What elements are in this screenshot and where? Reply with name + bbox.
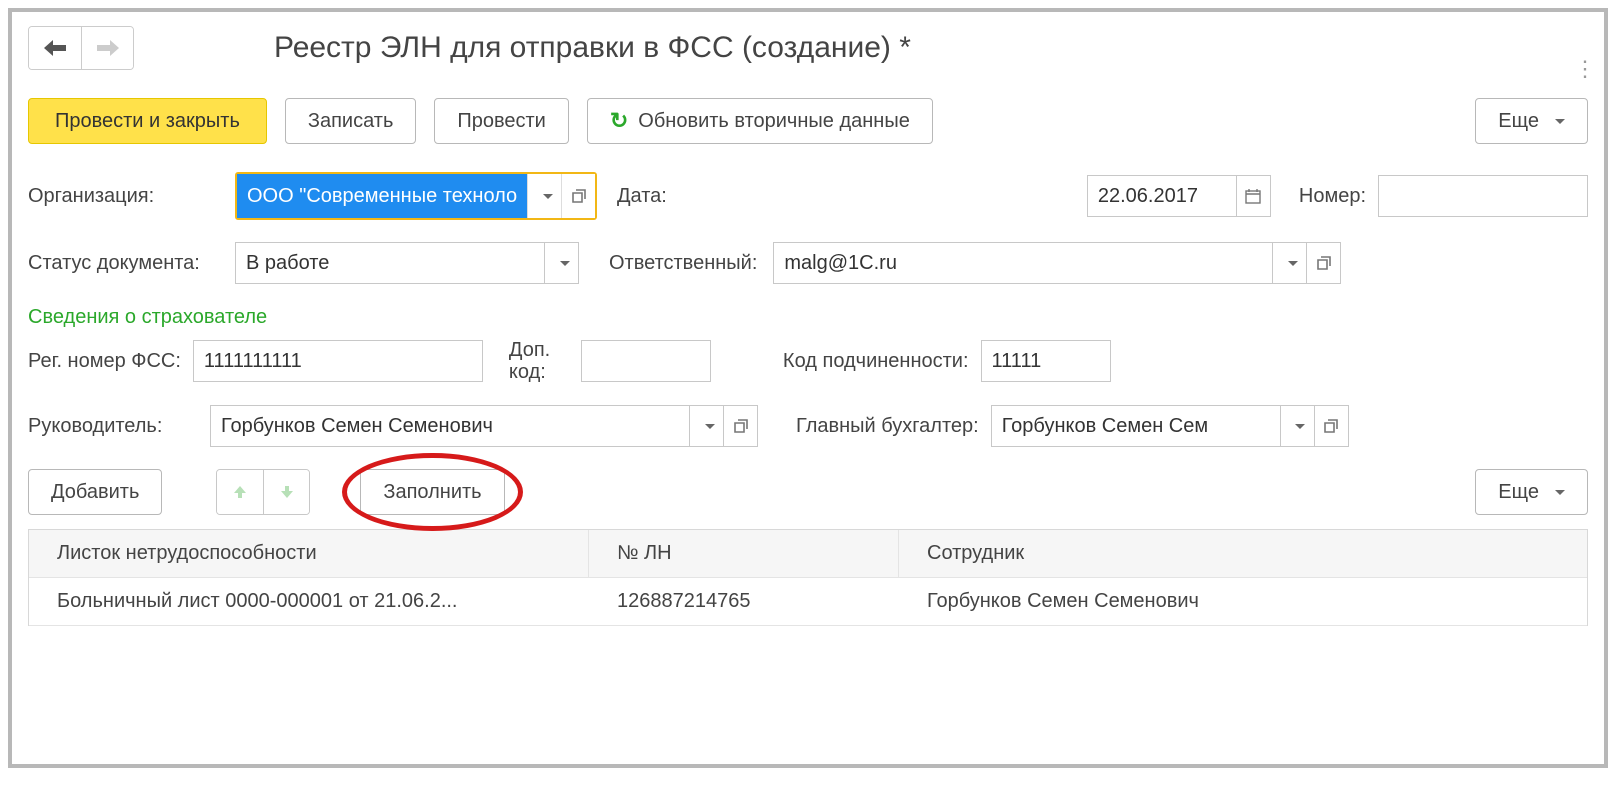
- number-input-wrap: [1378, 175, 1588, 217]
- status-dropdown-button[interactable]: [545, 242, 579, 284]
- head-label: Руководитель:: [28, 415, 198, 438]
- header-row: Реестр ЭЛН для отправки в ФСС (создание)…: [28, 26, 1588, 70]
- save-button[interactable]: Записать: [285, 98, 416, 144]
- org-input[interactable]: [237, 174, 527, 218]
- open-icon: [572, 189, 586, 203]
- toolbar-more-button[interactable]: Еще: [1475, 98, 1588, 144]
- open-icon: [1317, 256, 1331, 270]
- move-up-button[interactable]: [217, 470, 263, 514]
- subord-wrap: [981, 340, 1111, 382]
- post-button[interactable]: Провести: [434, 98, 568, 144]
- reorder-buttons: [216, 469, 310, 515]
- refresh-secondary-button[interactable]: ↻ Обновить вторичные данные: [587, 98, 933, 144]
- page-title: Реестр ЭЛН для отправки в ФСС (создание)…: [274, 31, 911, 65]
- reg-input[interactable]: [193, 340, 483, 382]
- number-label: Номер:: [1299, 185, 1366, 208]
- accountant-input[interactable]: [991, 405, 1281, 447]
- row-organization: Организация: Дата: Номер:: [28, 172, 1588, 220]
- number-input[interactable]: [1378, 175, 1588, 217]
- reg-label: Рег. номер ФСС:: [28, 350, 181, 373]
- table-header: Листок нетрудоспособности № ЛН Сотрудник: [29, 530, 1587, 578]
- subord-label: Код подчиненности:: [783, 350, 969, 373]
- accountant-dropdown-button[interactable]: [1281, 405, 1315, 447]
- row-status: Статус документа: Ответственный:: [28, 242, 1588, 284]
- org-label: Организация:: [28, 185, 223, 208]
- date-input[interactable]: [1087, 175, 1237, 217]
- fill-button-wrap: Заполнить: [360, 469, 504, 515]
- table-row[interactable]: Больничный лист 0000-000001 от 21.06.2..…: [29, 578, 1587, 626]
- cell-ln-no: 126887214765: [589, 578, 899, 626]
- responsible-dropdown-button[interactable]: [1273, 242, 1307, 284]
- arrow-right-icon: [97, 40, 119, 56]
- post-and-close-button[interactable]: Провести и закрыть: [28, 98, 267, 144]
- nav-forward-button[interactable]: [81, 27, 133, 69]
- arrow-left-icon: [44, 40, 66, 56]
- open-icon: [734, 419, 748, 433]
- org-open-button[interactable]: [561, 174, 595, 218]
- form-window: Реестр ЭЛН для отправки в ФСС (создание)…: [8, 8, 1608, 768]
- dop-label: Доп. код:: [509, 339, 569, 383]
- insurer-section-title: Сведения о страхователе: [28, 306, 1588, 329]
- date-label: Дата:: [617, 185, 667, 208]
- cell-employee: Горбунков Семен Семенович: [899, 578, 1587, 626]
- subtoolbar-more-label: Еще: [1498, 481, 1539, 504]
- reg-wrap: [193, 340, 483, 382]
- toolbar-more-label: Еще: [1498, 110, 1539, 133]
- main-toolbar: Провести и закрыть Записать Провести ↻ О…: [28, 98, 1588, 144]
- responsible-label: Ответственный:: [609, 252, 757, 275]
- row-reg: Рег. номер ФСС: Доп. код: Код подчиненно…: [28, 339, 1588, 383]
- arrow-up-icon: [232, 484, 248, 500]
- head-dropdown-button[interactable]: [690, 405, 724, 447]
- sub-toolbar: Добавить Заполнить Еще: [28, 469, 1588, 515]
- dop-input[interactable]: [581, 340, 711, 382]
- calendar-icon: [1245, 188, 1261, 204]
- responsible-open-button[interactable]: [1307, 242, 1341, 284]
- accountant-wrap: [991, 405, 1349, 447]
- status-label: Статус документа:: [28, 252, 223, 275]
- cell-sheet: Больничный лист 0000-000001 от 21.06.2..…: [29, 578, 589, 626]
- refresh-icon: ↻: [610, 108, 628, 134]
- row-head: Руководитель: Главный бухгалтер:: [28, 405, 1588, 447]
- status-input[interactable]: [235, 242, 545, 284]
- accountant-open-button[interactable]: [1315, 405, 1349, 447]
- date-input-wrap2: [1087, 175, 1271, 217]
- status-wrap: [235, 242, 579, 284]
- org-input-wrap: [235, 172, 597, 220]
- move-down-button[interactable]: [263, 470, 309, 514]
- accountant-label: Главный бухгалтер:: [796, 415, 979, 438]
- subtoolbar-more-button[interactable]: Еще: [1475, 469, 1588, 515]
- col-ln-no[interactable]: № ЛН: [589, 530, 899, 578]
- fill-button[interactable]: Заполнить: [360, 469, 504, 515]
- org-dropdown-button[interactable]: [527, 174, 561, 218]
- head-open-button[interactable]: [724, 405, 758, 447]
- ln-table: Листок нетрудоспособности № ЛН Сотрудник…: [28, 529, 1588, 626]
- nav-back-button[interactable]: [29, 27, 81, 69]
- date-picker-button[interactable]: [1237, 175, 1271, 217]
- more-menu-icon[interactable]: ⋮: [1574, 56, 1596, 82]
- open-icon: [1324, 419, 1338, 433]
- col-employee[interactable]: Сотрудник: [899, 530, 1587, 578]
- nav-buttons: [28, 26, 134, 70]
- col-sheet[interactable]: Листок нетрудоспособности: [29, 530, 589, 578]
- responsible-input[interactable]: [773, 242, 1273, 284]
- subord-input[interactable]: [981, 340, 1111, 382]
- dop-wrap: [581, 340, 711, 382]
- responsible-wrap: [773, 242, 1341, 284]
- add-button[interactable]: Добавить: [28, 469, 162, 515]
- head-wrap: [210, 405, 758, 447]
- head-input[interactable]: [210, 405, 690, 447]
- arrow-down-icon: [279, 484, 295, 500]
- refresh-label: Обновить вторичные данные: [638, 110, 910, 133]
